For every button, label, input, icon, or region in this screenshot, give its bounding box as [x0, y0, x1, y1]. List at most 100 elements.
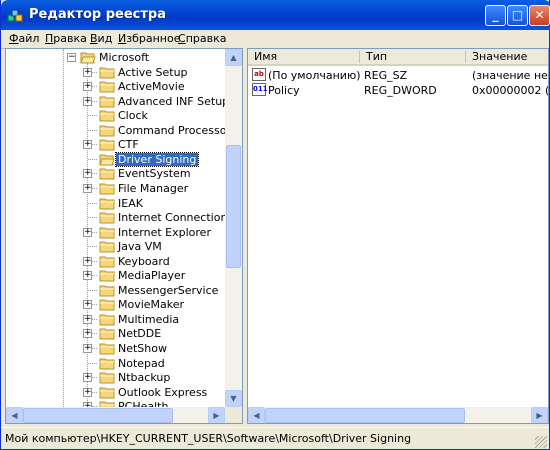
- folder-icon: [99, 226, 115, 239]
- collapse-icon[interactable]: −: [67, 53, 76, 62]
- status-bar: Мой компьютер\HKEY_CURRENT_USER\Software…: [1, 427, 549, 450]
- folder-icon: [99, 240, 115, 253]
- tree-item[interactable]: + MediaPlayer: [6, 268, 236, 283]
- list-scroll-right-button[interactable]: ▶: [531, 407, 548, 423]
- folder-icon: [99, 95, 115, 108]
- folder-icon: [99, 357, 115, 370]
- menu-file-label: айл: [18, 32, 40, 45]
- expand-icon[interactable]: +: [83, 183, 92, 193]
- expand-icon[interactable]: +: [83, 67, 92, 77]
- tree-item[interactable]: IEAK: [6, 196, 236, 211]
- values-list[interactable]: Имя Тип Значение ab (По умолчанию) REG_S…: [247, 48, 549, 424]
- tree-item-label: Outlook Express: [118, 385, 208, 399]
- tree-item[interactable]: + NetDDE: [6, 326, 236, 341]
- menu-edit[interactable]: Правка: [45, 32, 87, 45]
- folder-icon: [99, 211, 115, 224]
- tree-scroll-up-button[interactable]: ▲: [225, 49, 242, 66]
- tree-scroll-left-button[interactable]: ◀: [6, 407, 23, 423]
- list-scroll-left-button[interactable]: ◀: [248, 407, 265, 423]
- column-header-name[interactable]: Имя: [248, 49, 360, 66]
- status-path: Мой компьютер\HKEY_CURRENT_USER\Software…: [5, 432, 412, 445]
- tree-vertical-scrollbar[interactable]: ▲ ▼: [225, 49, 242, 407]
- tree-item[interactable]: + ActiveMovie: [6, 79, 236, 94]
- tree-item[interactable]: Command Processor: [6, 123, 236, 138]
- folder-icon: [99, 167, 115, 180]
- tree-item-label: MessengerService: [118, 283, 219, 297]
- tree-item[interactable]: + NetShow: [6, 341, 236, 356]
- column-header-type[interactable]: Тип: [360, 49, 466, 66]
- expand-icon[interactable]: +: [83, 140, 92, 150]
- tree-item-label: ActiveMovie: [118, 80, 185, 94]
- tree-item-label: Command Processor: [118, 123, 232, 137]
- tree-item[interactable]: Notepad: [6, 356, 236, 371]
- tree-horizontal-scrollbar[interactable]: ◀ ▶: [6, 407, 225, 423]
- tree-item[interactable]: + MovieMaker: [6, 297, 236, 312]
- tree-item[interactable]: + Internet Explorer: [6, 225, 236, 240]
- tree-item-label: NetDDE: [118, 327, 162, 341]
- tree-item[interactable]: Driver Signing: [6, 151, 236, 167]
- tree-item-label: Advanced INF Setup: [118, 94, 230, 108]
- menu-help-label: правка: [185, 32, 227, 45]
- resize-grip[interactable]: [535, 436, 547, 448]
- tree-scroll-down-button[interactable]: ▼: [225, 390, 242, 407]
- tree-item[interactable]: Java VM: [6, 239, 236, 254]
- expand-icon[interactable]: +: [83, 227, 92, 237]
- menu-view[interactable]: Вид: [90, 32, 112, 45]
- tree-item[interactable]: + Advanced INF Setup: [6, 94, 236, 109]
- tree-item[interactable]: + Active Setup: [6, 65, 236, 80]
- tree-item-label: Ntbackup: [118, 371, 171, 385]
- expand-icon[interactable]: +: [83, 256, 92, 266]
- folder-icon: [99, 66, 115, 79]
- tree-item-label: Driver Signing: [114, 151, 200, 167]
- title-bar[interactable]: Редактор реестра _ □ ✕: [1, 0, 550, 30]
- expand-icon[interactable]: +: [83, 96, 92, 106]
- tree-hscroll-thumb[interactable]: [23, 408, 173, 423]
- menu-help[interactable]: Справка: [178, 32, 226, 45]
- tree-item[interactable]: + Ntbackup: [6, 370, 236, 385]
- string-value-icon: ab: [252, 68, 266, 81]
- maximize-button[interactable]: □: [507, 5, 528, 26]
- tree-item[interactable]: + CTF: [6, 137, 236, 152]
- column-header-value[interactable]: Значение: [466, 49, 548, 66]
- tree-item-label: Java VM: [118, 240, 162, 254]
- menu-view-accel: В: [90, 32, 98, 45]
- expand-icon[interactable]: +: [83, 314, 92, 324]
- tree-item-label: Multimedia: [118, 312, 180, 326]
- key-tree[interactable]: − Microsoft + Active Setup + ActiveMovie + Adva…: [5, 48, 243, 424]
- list-hscroll-thumb[interactable]: [265, 408, 465, 423]
- folder-icon: [99, 342, 115, 355]
- expand-icon[interactable]: +: [83, 82, 92, 92]
- expand-icon[interactable]: +: [83, 329, 92, 339]
- expand-icon[interactable]: +: [83, 169, 92, 179]
- tree-item[interactable]: + Multimedia: [6, 312, 236, 327]
- tree-scroll-thumb[interactable]: [226, 145, 241, 268]
- menu-view-label: ид: [97, 32, 113, 45]
- menu-file[interactable]: Файл: [9, 32, 39, 45]
- list-horizontal-scrollbar[interactable]: ◀ ▶: [248, 407, 548, 423]
- tree-item-label: Internet Explorer: [118, 225, 211, 239]
- menu-favorites[interactable]: Избранное: [118, 32, 180, 45]
- tree-item-label: IEAK: [118, 196, 143, 210]
- tree-item[interactable]: + Keyboard: [6, 254, 236, 269]
- tree-item-label: Clock: [118, 109, 148, 123]
- expand-icon[interactable]: +: [83, 300, 92, 310]
- minimize-button[interactable]: _: [485, 5, 506, 26]
- expand-icon[interactable]: +: [83, 271, 92, 281]
- tree-item[interactable]: Clock: [6, 108, 236, 123]
- regedit-icon: [7, 9, 23, 22]
- tree-item[interactable]: + File Manager: [6, 181, 236, 196]
- tree-item[interactable]: + EventSystem: [6, 166, 236, 181]
- tree-item[interactable]: Internet Connection Wiza: [6, 210, 242, 225]
- value-row[interactable]: ab (По умолчанию) REG_SZ (значение не пр…: [248, 68, 548, 83]
- folder-icon: [99, 80, 115, 93]
- expand-icon[interactable]: +: [83, 373, 92, 383]
- tree-item[interactable]: MessengerService: [6, 283, 236, 298]
- expand-icon[interactable]: +: [83, 344, 92, 353]
- tree-guide-line: [88, 115, 97, 117]
- value-row[interactable]: 011 Policy REG_DWORD 0x00000002 (2): [248, 83, 548, 98]
- tree-scroll-right-button[interactable]: ▶: [208, 407, 225, 423]
- tree-item[interactable]: + Outlook Express: [6, 385, 236, 400]
- expand-icon[interactable]: +: [83, 387, 92, 397]
- close-button[interactable]: ✕: [529, 5, 550, 26]
- tree-item-microsoft[interactable]: − Microsoft: [6, 50, 236, 65]
